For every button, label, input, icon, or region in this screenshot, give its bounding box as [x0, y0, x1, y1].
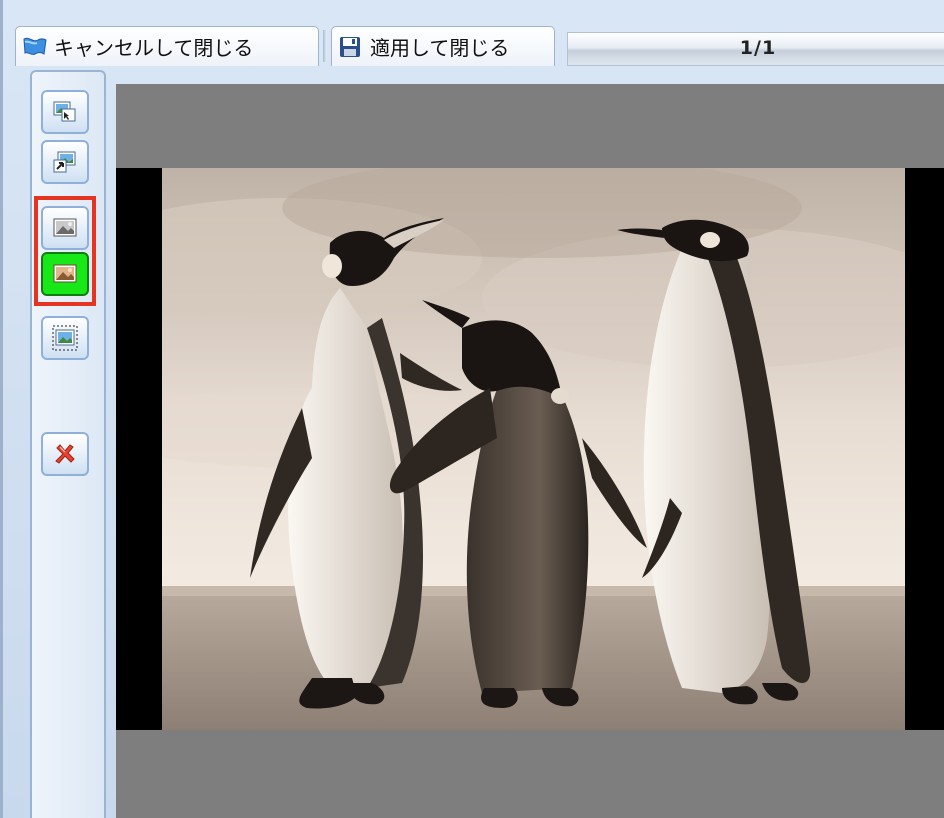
toolbar-divider — [323, 30, 327, 62]
editor-window: キャンセルして閉じる 適用して閉じる 1/1 — [0, 0, 944, 818]
penguins-photo — [162, 168, 905, 730]
export-image-icon — [53, 151, 76, 173]
import-image-icon — [53, 101, 76, 122]
cancel-and-close-button[interactable]: キャンセルして閉じる — [15, 26, 319, 66]
fit-image-icon — [52, 325, 78, 351]
export-image-button[interactable] — [41, 140, 89, 184]
grayscale-button[interactable] — [41, 206, 89, 250]
save-icon — [338, 35, 364, 59]
sepia-image-icon — [53, 264, 77, 283]
top-toolbar: キャンセルして閉じる 適用して閉じる 1/1 — [9, 22, 944, 70]
tool-panel — [30, 70, 106, 818]
photo-frame — [116, 168, 944, 730]
cancel-and-close-label: キャンセルして閉じる — [54, 36, 254, 60]
page-indicator-bar: 1/1 — [567, 32, 944, 66]
apply-and-close-label: 適用して閉じる — [370, 36, 510, 60]
delete-icon — [55, 444, 75, 464]
grayscale-image-icon — [53, 218, 77, 237]
apply-and-close-button[interactable]: 適用して閉じる — [331, 26, 555, 66]
fit-image-button[interactable] — [41, 316, 89, 360]
import-image-button[interactable] — [41, 90, 89, 134]
page-indicator: 1/1 — [739, 37, 777, 59]
flag-icon — [22, 35, 48, 59]
image-viewer[interactable] — [116, 84, 944, 818]
delete-button[interactable] — [41, 432, 89, 476]
sepia-button[interactable] — [41, 252, 89, 296]
